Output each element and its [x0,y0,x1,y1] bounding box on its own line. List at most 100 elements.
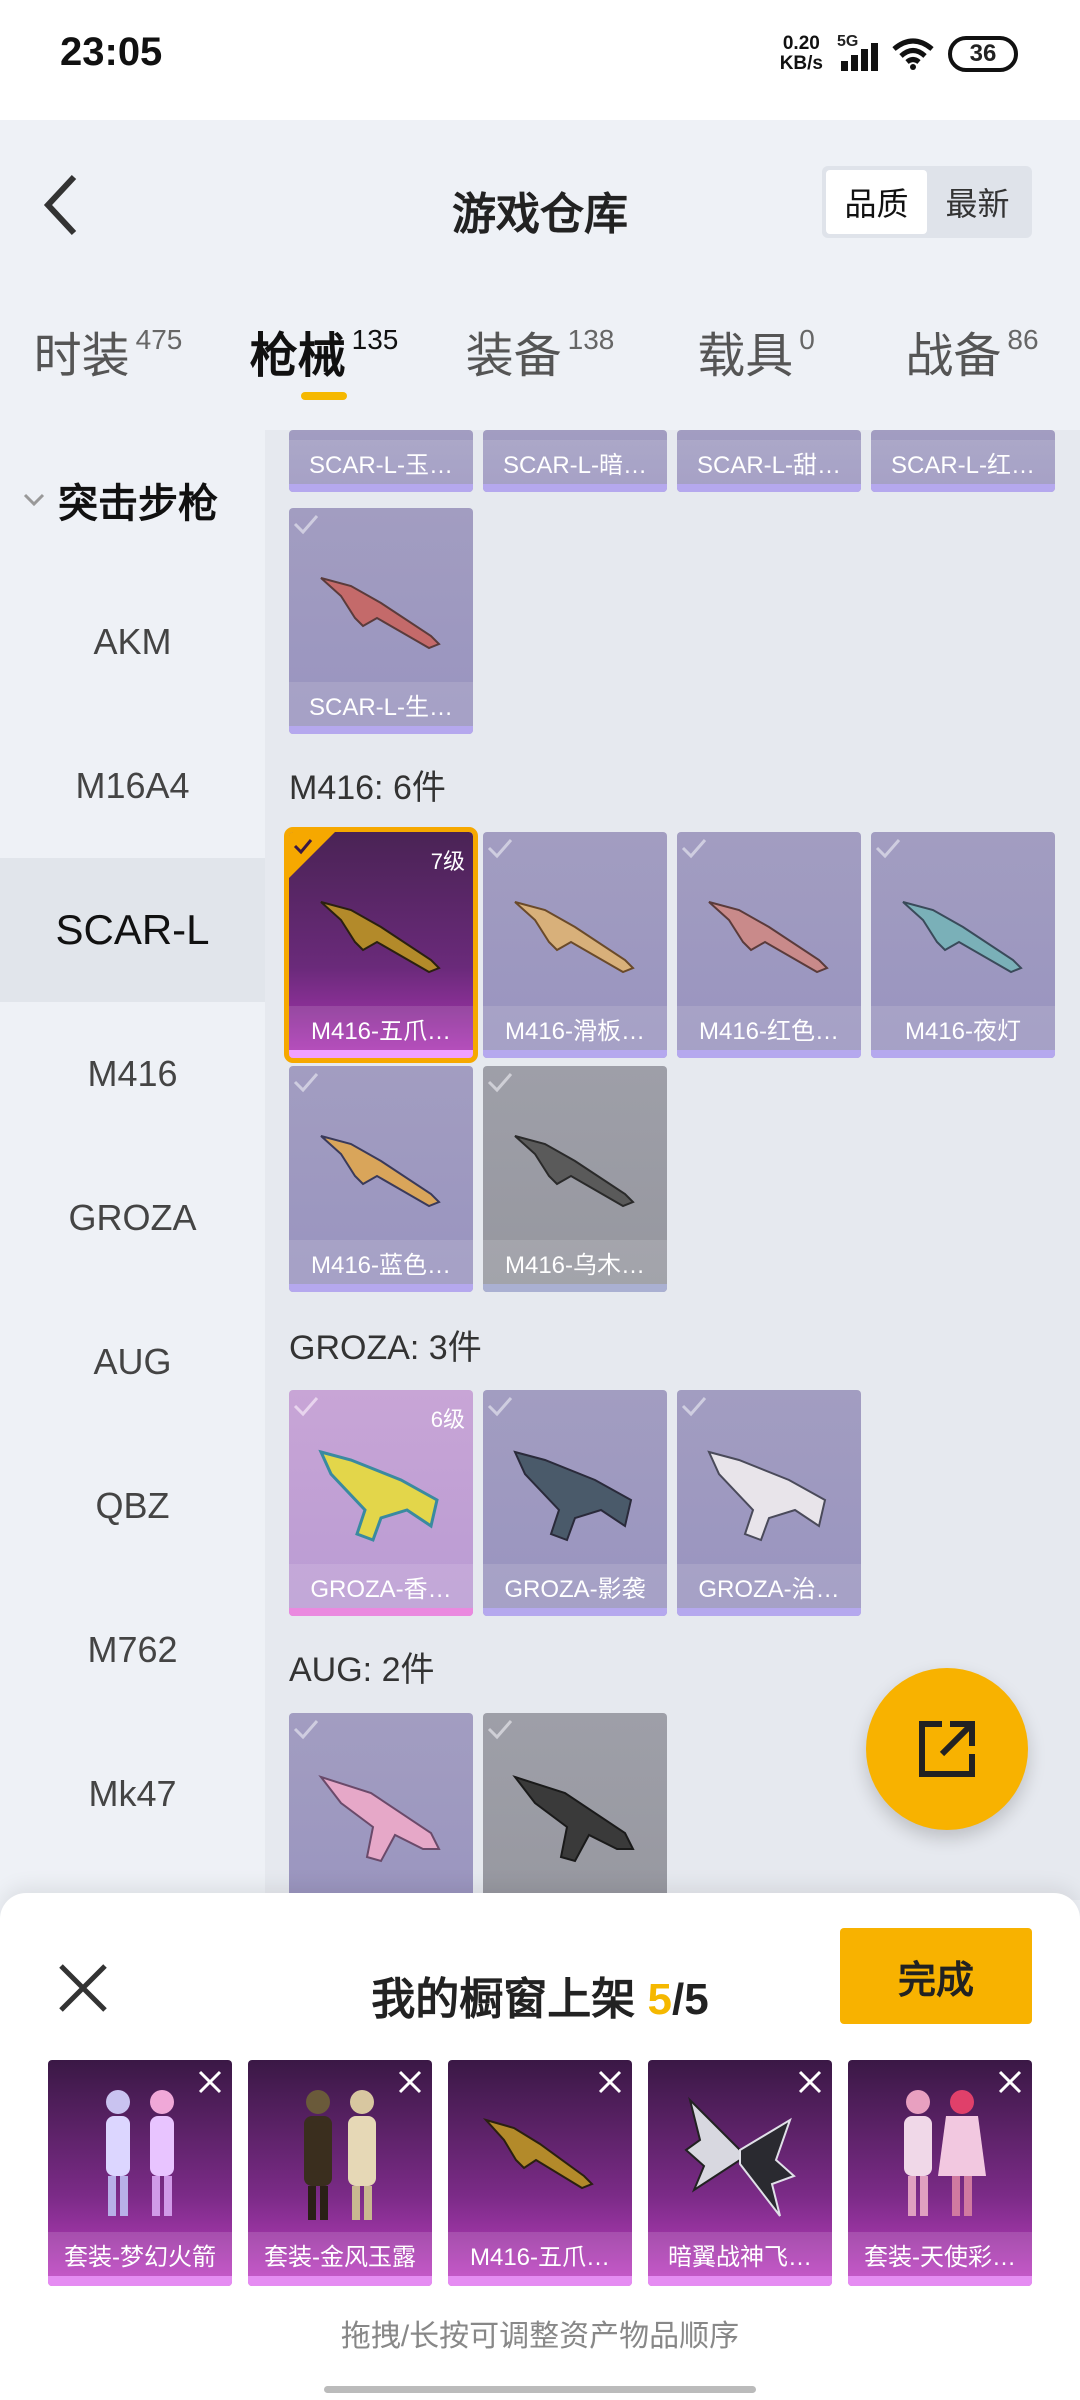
showcase-item[interactable]: 套装-梦幻火箭 [48,2060,232,2286]
sidebar-item-aug[interactable]: AUG [0,1290,265,1434]
weapon-card[interactable]: SCAR-L-生… [289,508,473,734]
rifle-icon [707,1450,827,1542]
weapon-name: GROZA-治… [677,1564,861,1608]
showcase-item-name: 套装-天使彩… [848,2232,1032,2276]
weapon-name: GROZA-香… [289,1564,473,1608]
sidebar-item-mk47[interactable]: Mk47 [0,1722,265,1866]
weapon-card[interactable]: GROZA-影袭 [483,1390,667,1616]
weapon-name: SCAR-L-玉… [289,440,473,484]
outfit-icon [904,2090,986,2216]
network-speed-unit: KB/s [779,53,823,74]
close-button[interactable] [48,1953,118,2023]
weapon-card[interactable]: M416-乌木… [483,1066,667,1292]
weapon-name: M416-乌木… [483,1240,667,1284]
tab-fashion[interactable]: 时装 475 [0,290,216,430]
chevron-down-icon [23,493,45,507]
home-indicator[interactable] [324,2386,756,2393]
signal-icon: 5G [837,33,878,71]
share-button[interactable] [866,1668,1028,1830]
weapon-name: M416-红色… [677,1006,861,1050]
weapon-name: SCAR-L-暗… [483,440,667,484]
rifle-icon [514,901,635,974]
close-icon [59,1964,107,2012]
showcase-item-name: 套装-梦幻火箭 [48,2232,232,2276]
rifle-icon [318,1449,439,1542]
sidebar-item-scar-l[interactable]: SCAR-L [0,858,265,1002]
status-bar: 23:05 0.20 KB/s 5G 36 [0,0,1080,120]
showcase-item[interactable]: 套装-天使彩… [848,2060,1032,2286]
close-icon [398,2070,422,2094]
showcase-item[interactable]: 暗翼战神飞… [648,2060,832,2286]
status-icons: 0.20 KB/s 5G 36 [780,33,1018,74]
sidebar-item-m762[interactable]: M762 [0,1578,265,1722]
tab-vehicles[interactable]: 载具 0 [648,290,864,430]
wifi-icon [892,38,934,70]
weapon-name: SCAR-L-生… [289,682,473,726]
tab-label: 枪械 [249,330,346,383]
close-icon [198,2070,222,2094]
active-tab-indicator [301,392,347,400]
tab-label: 战备 [905,330,1002,383]
weapon-name: M416-滑板… [483,1006,667,1050]
outfit-icon [106,2090,174,2216]
sidebar-item-m416[interactable]: M416 [0,1002,265,1146]
showcase-count-total: /5 [672,1975,709,2024]
showcase-list: 套装-梦幻火箭 套装-金风玉露 M416-五爪… 暗翼战神飞… 套装-天使彩… [48,2060,1032,2286]
battery-icon: 36 [948,36,1018,72]
weapon-type-sidebar: 突击步枪 AKM M16A4 SCAR-L M416 GROZA AUG QBZ… [0,430,265,1900]
weapon-card[interactable]: M416-滑板… [483,832,667,1058]
showcase-sheet: 我的橱窗上架 5/5 完成 套装-梦幻火箭 套装-金风玉露 M416-五爪… 暗… [0,1893,1080,2400]
weapon-card[interactable] [289,1713,473,1900]
status-time: 23:05 [60,30,163,74]
tab-supplies[interactable]: 战备 86 [864,290,1080,430]
tab-count: 135 [351,324,399,355]
weapon-card[interactable]: SCAR-L-玉… [289,430,473,492]
weapon-name: SCAR-L-甜… [677,440,861,484]
rifle-icon [512,1775,635,1863]
weapon-card[interactable]: SCAR-L-甜… [677,430,861,492]
sidebar-group-assault-rifles[interactable]: 突击步枪 [0,430,265,570]
tab-label: 装备 [465,330,562,383]
outfit-icon [304,2090,376,2220]
weapon-name: GROZA-影袭 [483,1564,667,1608]
sidebar-item-qbz[interactable]: QBZ [0,1434,265,1578]
rifle-icon [513,1450,633,1542]
weapon-card[interactable]: SCAR-L-暗… [483,430,667,492]
showcase-item-name: M416-五爪… [448,2232,632,2276]
category-tabs: 时装 475 枪械 135 装备 138 载具 0 战备 86 [0,290,1080,430]
weapon-card[interactable]: M416-红色… [677,832,861,1058]
tab-equipment[interactable]: 装备 138 [432,290,648,430]
sidebar-item-m16a4[interactable]: M16A4 [0,714,265,858]
close-icon [598,2070,622,2094]
rifle-icon [902,901,1023,974]
weapon-card[interactable]: 6级 GROZA-香… [289,1390,473,1616]
close-icon [998,2070,1022,2094]
rifle-icon [320,577,441,650]
back-arrow-icon [43,174,77,236]
back-button[interactable] [30,165,90,245]
weapon-card-selected[interactable]: 7级 M416-五爪… [284,827,478,1063]
rifle-icon [708,901,829,974]
weapon-card[interactable]: M416-蓝色… [289,1066,473,1292]
weapon-card[interactable]: SCAR-L-红… [871,430,1055,492]
showcase-item[interactable]: 套装-金风玉露 [248,2060,432,2286]
sidebar-group-label: 突击步枪 [58,482,218,526]
weapon-card[interactable]: GROZA-治… [677,1390,861,1616]
weapon-card[interactable] [483,1713,667,1900]
weapon-name: M416-夜灯 [871,1006,1055,1050]
showcase-title-text: 我的橱窗上架 [371,1975,636,2024]
rifle-icon [320,1135,441,1208]
wings-icon [684,2096,796,2217]
close-icon [798,2070,822,2094]
tab-weapons[interactable]: 枪械 135 [216,290,432,430]
reorder-hint: 拖拽/长按可调整资产物品顺序 [340,2320,740,2353]
sidebar-item-groza[interactable]: GROZA [0,1146,265,1290]
showcase-item[interactable]: M416-五爪… [448,2060,632,2286]
weapon-card[interactable]: M416-夜灯 [871,832,1055,1058]
network-speed: 0.20 KB/s [780,34,823,74]
done-button[interactable]: 完成 [840,1928,1032,2024]
sort-latest-button[interactable]: 最新 [927,170,1028,234]
sidebar-item-akm[interactable]: AKM [0,570,265,714]
sort-quality-button[interactable]: 品质 [826,170,927,234]
section-title-m416: M416: 6件 [289,769,446,807]
